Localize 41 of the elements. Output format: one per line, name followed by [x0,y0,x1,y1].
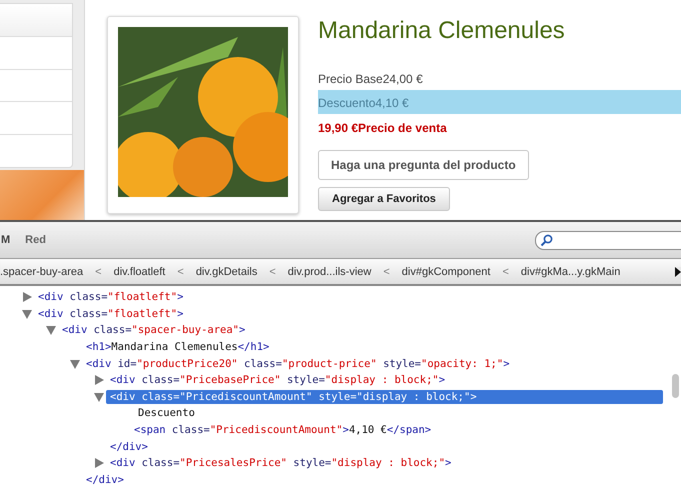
dom-node[interactable]: <div class="floatleft"> [38,306,188,321]
dom-node[interactable]: <div id="productPrice20" class="product-price" style="opacity: 1;"> [86,356,514,371]
base-price: Precio Base24,00 € [318,71,423,88]
breadcrumb-item[interactable]: div.prod...ils-view [284,266,376,278]
breadcrumb-item[interactable]: div.gkDetails [192,266,262,278]
sale-price: 19,90 €Precio de venta [318,120,447,137]
expand-arrow-icon[interactable] [94,375,104,386]
dom-node[interactable]: </div> [110,440,152,454]
separator: < [382,266,391,278]
scroll-right-icon[interactable] [675,266,681,276]
dom-node[interactable]: </div> [86,472,128,487]
separator: < [268,266,277,278]
dom-node[interactable]: <span class="PricediscountAmount">4,10 €</span> [134,423,436,438]
product-title: Mandarina Clemenules [318,16,565,46]
separator: < [501,266,510,278]
expand-arrow-icon[interactable] [94,458,104,468]
search-field[interactable] [535,230,681,250]
breadcrumb-item[interactable]: .spacer-buy-area [0,266,88,278]
collapse-arrow-icon[interactable] [94,392,104,402]
discount-price: Descuento4,10 € [318,90,681,114]
dom-node[interactable]: <div class="PricebasePrice" style="display : block;"> [110,373,450,388]
dom-node[interactable]: <div class="spacer-buy-area"> [62,323,250,338]
breadcrumb-item[interactable]: div#gkComponent [398,266,494,278]
breadcrumb-item[interactable]: div#gkMa...y.gkMain [516,266,624,278]
collapse-arrow-icon[interactable] [46,325,56,336]
dom-node[interactable]: <div class="PricesalesPrice" style="display : block;"> [110,456,456,470]
separator: < [176,266,185,278]
ask-question-button[interactable]: Haga una pregunta del producto [318,150,529,180]
collapse-arrow-icon[interactable] [70,358,80,369]
search-icon [540,234,553,246]
collapse-arrow-icon[interactable] [22,308,32,319]
breadcrumb-item[interactable]: div.floatleft [110,266,170,278]
separator: < [94,266,103,278]
dom-node[interactable]: <h1>Mandarina Clemenules</h1> [86,340,274,354]
dom-text: Descuento [138,406,196,420]
panel-tab[interactable]: M [1,234,10,246]
panel-tab[interactable]: Red [25,234,46,246]
expand-arrow-icon[interactable] [22,292,32,302]
dom-node[interactable]: <div class="floatleft"> [38,290,188,304]
dom-node[interactable]: <div class="PricediscountAmount" style="display : block;"> [106,390,663,404]
favorites-button[interactable]: Agregar a Favoritos [318,187,450,211]
